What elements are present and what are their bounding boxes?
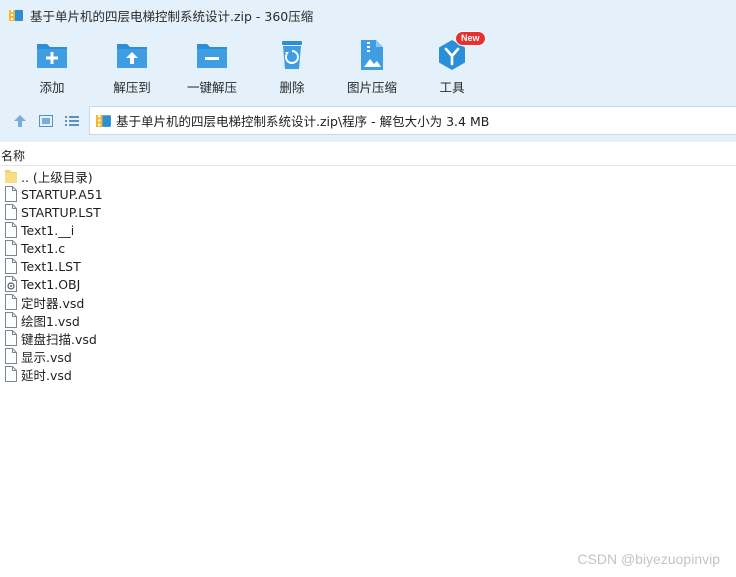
file-icon [4, 330, 18, 346]
add-label: 添加 [39, 80, 65, 95]
thumbnail-view-icon[interactable] [37, 112, 55, 130]
list-item[interactable]: Text1.c [0, 239, 736, 257]
address-row: 基于单片机的四层电梯控制系统设计.zip\程序 - 解包大小为 3.4 MB [0, 100, 736, 142]
address-bar[interactable]: 基于单片机的四层电梯控制系统设计.zip\程序 - 解包大小为 3.4 MB [89, 106, 736, 135]
tools-label: 工具 [439, 80, 465, 95]
file-name: Text1.c [21, 240, 66, 256]
new-badge: New [455, 31, 486, 46]
extract-folder-icon [115, 38, 149, 72]
image-compress-label: 图片压缩 [346, 80, 397, 95]
add-button[interactable]: 添加 [12, 38, 92, 96]
file-name: Text1.OBJ [21, 276, 81, 292]
recycle-bin-icon [275, 38, 309, 72]
file-icon [4, 294, 18, 310]
list-item-parent-dir[interactable]: .. (上级目录) [0, 167, 736, 185]
one-click-extract-label: 一键解压 [186, 80, 237, 95]
image-compress-icon [355, 38, 389, 72]
file-name: Text1.__i [21, 222, 75, 238]
delete-button[interactable]: 删除 [252, 38, 332, 96]
list-item[interactable]: 延时.vsd [0, 365, 736, 383]
file-name: 绘图1.vsd [21, 313, 80, 329]
file-name: 显示.vsd [21, 349, 72, 365]
list-view-icon[interactable] [63, 112, 81, 130]
obj-file-icon [4, 276, 18, 292]
list-item[interactable]: 键盘扫描.vsd [0, 329, 736, 347]
extract-to-button[interactable]: 解压到 [92, 38, 172, 96]
extract-to-label: 解压到 [113, 80, 151, 95]
file-icon [4, 204, 18, 220]
file-name: .. (上级目录) [21, 169, 93, 185]
add-folder-icon [35, 38, 69, 72]
file-name: Text1.LST [21, 258, 81, 274]
tools-hexagon-icon: New [435, 31, 486, 72]
file-name: 延时.vsd [21, 367, 72, 383]
tools-button[interactable]: New 工具 [412, 31, 492, 96]
file-list: .. (上级目录) STARTUP.A51 STARTUP.LST Text1.… [0, 167, 736, 383]
list-item[interactable]: Text1.OBJ [0, 275, 736, 293]
file-icon [4, 348, 18, 364]
column-header: 名称 [0, 143, 736, 166]
file-icon [4, 186, 18, 202]
list-item[interactable]: STARTUP.LST [0, 203, 736, 221]
one-click-extract-button[interactable]: 一键解压 [172, 38, 252, 96]
window-title: 基于单片机的四层电梯控制系统设计.zip - 360压缩 [30, 8, 314, 24]
file-name: STARTUP.A51 [21, 186, 103, 202]
one-click-extract-icon [195, 38, 229, 72]
delete-label: 删除 [279, 80, 305, 95]
list-item[interactable]: 绘图1.vsd [0, 311, 736, 329]
file-name: 定时器.vsd [21, 295, 85, 311]
address-path: 基于单片机的四层电梯控制系统设计.zip\程序 - 解包大小为 3.4 MB [116, 114, 490, 129]
title-bar: 基于单片机的四层电梯控制系统设计.zip - 360压缩 [0, 0, 736, 30]
file-icon [4, 258, 18, 274]
app-zip-icon [8, 7, 24, 23]
image-compress-button[interactable]: 图片压缩 [332, 38, 412, 96]
list-item[interactable]: Text1.__i [0, 221, 736, 239]
archive-icon [95, 112, 112, 129]
file-name: STARTUP.LST [21, 204, 101, 220]
file-icon [4, 240, 18, 256]
watermark: CSDN @biyezuopinvip [577, 551, 720, 567]
file-name: 键盘扫描.vsd [21, 331, 97, 347]
file-icon [4, 312, 18, 328]
toolbar: 添加 解压到 一键解压 删除 图片压缩 New 工具 [0, 30, 736, 100]
up-arrow-icon[interactable] [11, 112, 29, 130]
list-item[interactable]: 显示.vsd [0, 347, 736, 365]
file-icon [4, 222, 18, 238]
list-item[interactable]: STARTUP.A51 [0, 185, 736, 203]
folder-icon [4, 168, 18, 184]
list-item[interactable]: Text1.LST [0, 257, 736, 275]
column-name-header[interactable]: 名称 [1, 147, 25, 164]
list-item[interactable]: 定时器.vsd [0, 293, 736, 311]
file-icon [4, 366, 18, 382]
